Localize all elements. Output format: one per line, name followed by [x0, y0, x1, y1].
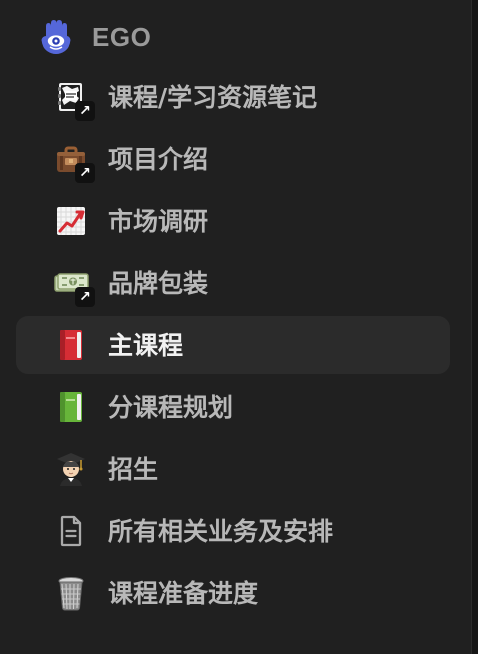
trash-can-icon — [50, 572, 92, 614]
sidebar-item-course-progress[interactable]: 课程准备进度 — [16, 564, 450, 622]
red-book-icon — [50, 324, 92, 366]
money-shortcut-icon: ↗ — [50, 262, 95, 307]
sidebar-item-sub-course-plan[interactable]: 分课程规划 — [16, 378, 450, 436]
sidebar-item-label: 所有相关业务及安排 — [108, 516, 334, 546]
page-tree: ↗ 课程/学习资源笔记 ↗ 项目介绍 市场调研 ↗ 品牌包装 主课程 分课程规划… — [16, 68, 450, 626]
sidebar-item-label: 市场调研 — [108, 206, 209, 236]
notebook-shortcut-icon: ↗ — [50, 76, 95, 121]
sidebar: EGO ↗ 课程/学习资源笔记 ↗ 项目介绍 市场调研 ↗ 品牌包装 主课程 分… — [0, 0, 472, 654]
sidebar-item-label: 招生 — [108, 454, 159, 484]
sidebar-item-main-course[interactable]: 主课程 — [16, 316, 450, 374]
sidebar-item-market-research[interactable]: 市场调研 — [16, 192, 450, 250]
chart-increasing-icon — [50, 200, 92, 242]
sidebar-item-enrollment[interactable]: 招生 — [16, 440, 450, 498]
sidebar-item-label: 分课程规划 — [108, 392, 234, 422]
hamsa-eye-icon — [34, 15, 78, 59]
sidebar-item-label: 课程准备进度 — [108, 578, 259, 608]
student-icon — [50, 448, 92, 490]
green-book-icon — [50, 386, 92, 428]
sidebar-item-all-business[interactable]: 所有相关业务及安排 — [16, 502, 450, 560]
sidebar-item-label: 品牌包装 — [108, 268, 209, 298]
document-icon — [50, 510, 92, 552]
briefcase-shortcut-icon: ↗ — [50, 138, 95, 183]
sidebar-item-label: 主课程 — [108, 330, 184, 360]
shortcut-arrow-icon: ↗ — [75, 287, 95, 307]
shortcut-arrow-icon: ↗ — [75, 163, 95, 183]
sidebar-item-label: 课程/学习资源笔记 — [108, 82, 318, 112]
shortcut-arrow-icon: ↗ — [75, 101, 95, 121]
sidebar-item-course-notes[interactable]: ↗ 课程/学习资源笔记 — [16, 68, 450, 126]
workspace-switcher[interactable]: EGO — [16, 12, 450, 62]
workspace-name: EGO — [92, 21, 152, 52]
sidebar-item-project-intro[interactable]: ↗ 项目介绍 — [16, 130, 450, 188]
sidebar-item-brand-packaging[interactable]: ↗ 品牌包装 — [16, 254, 450, 312]
sidebar-item-label: 项目介绍 — [108, 144, 209, 174]
